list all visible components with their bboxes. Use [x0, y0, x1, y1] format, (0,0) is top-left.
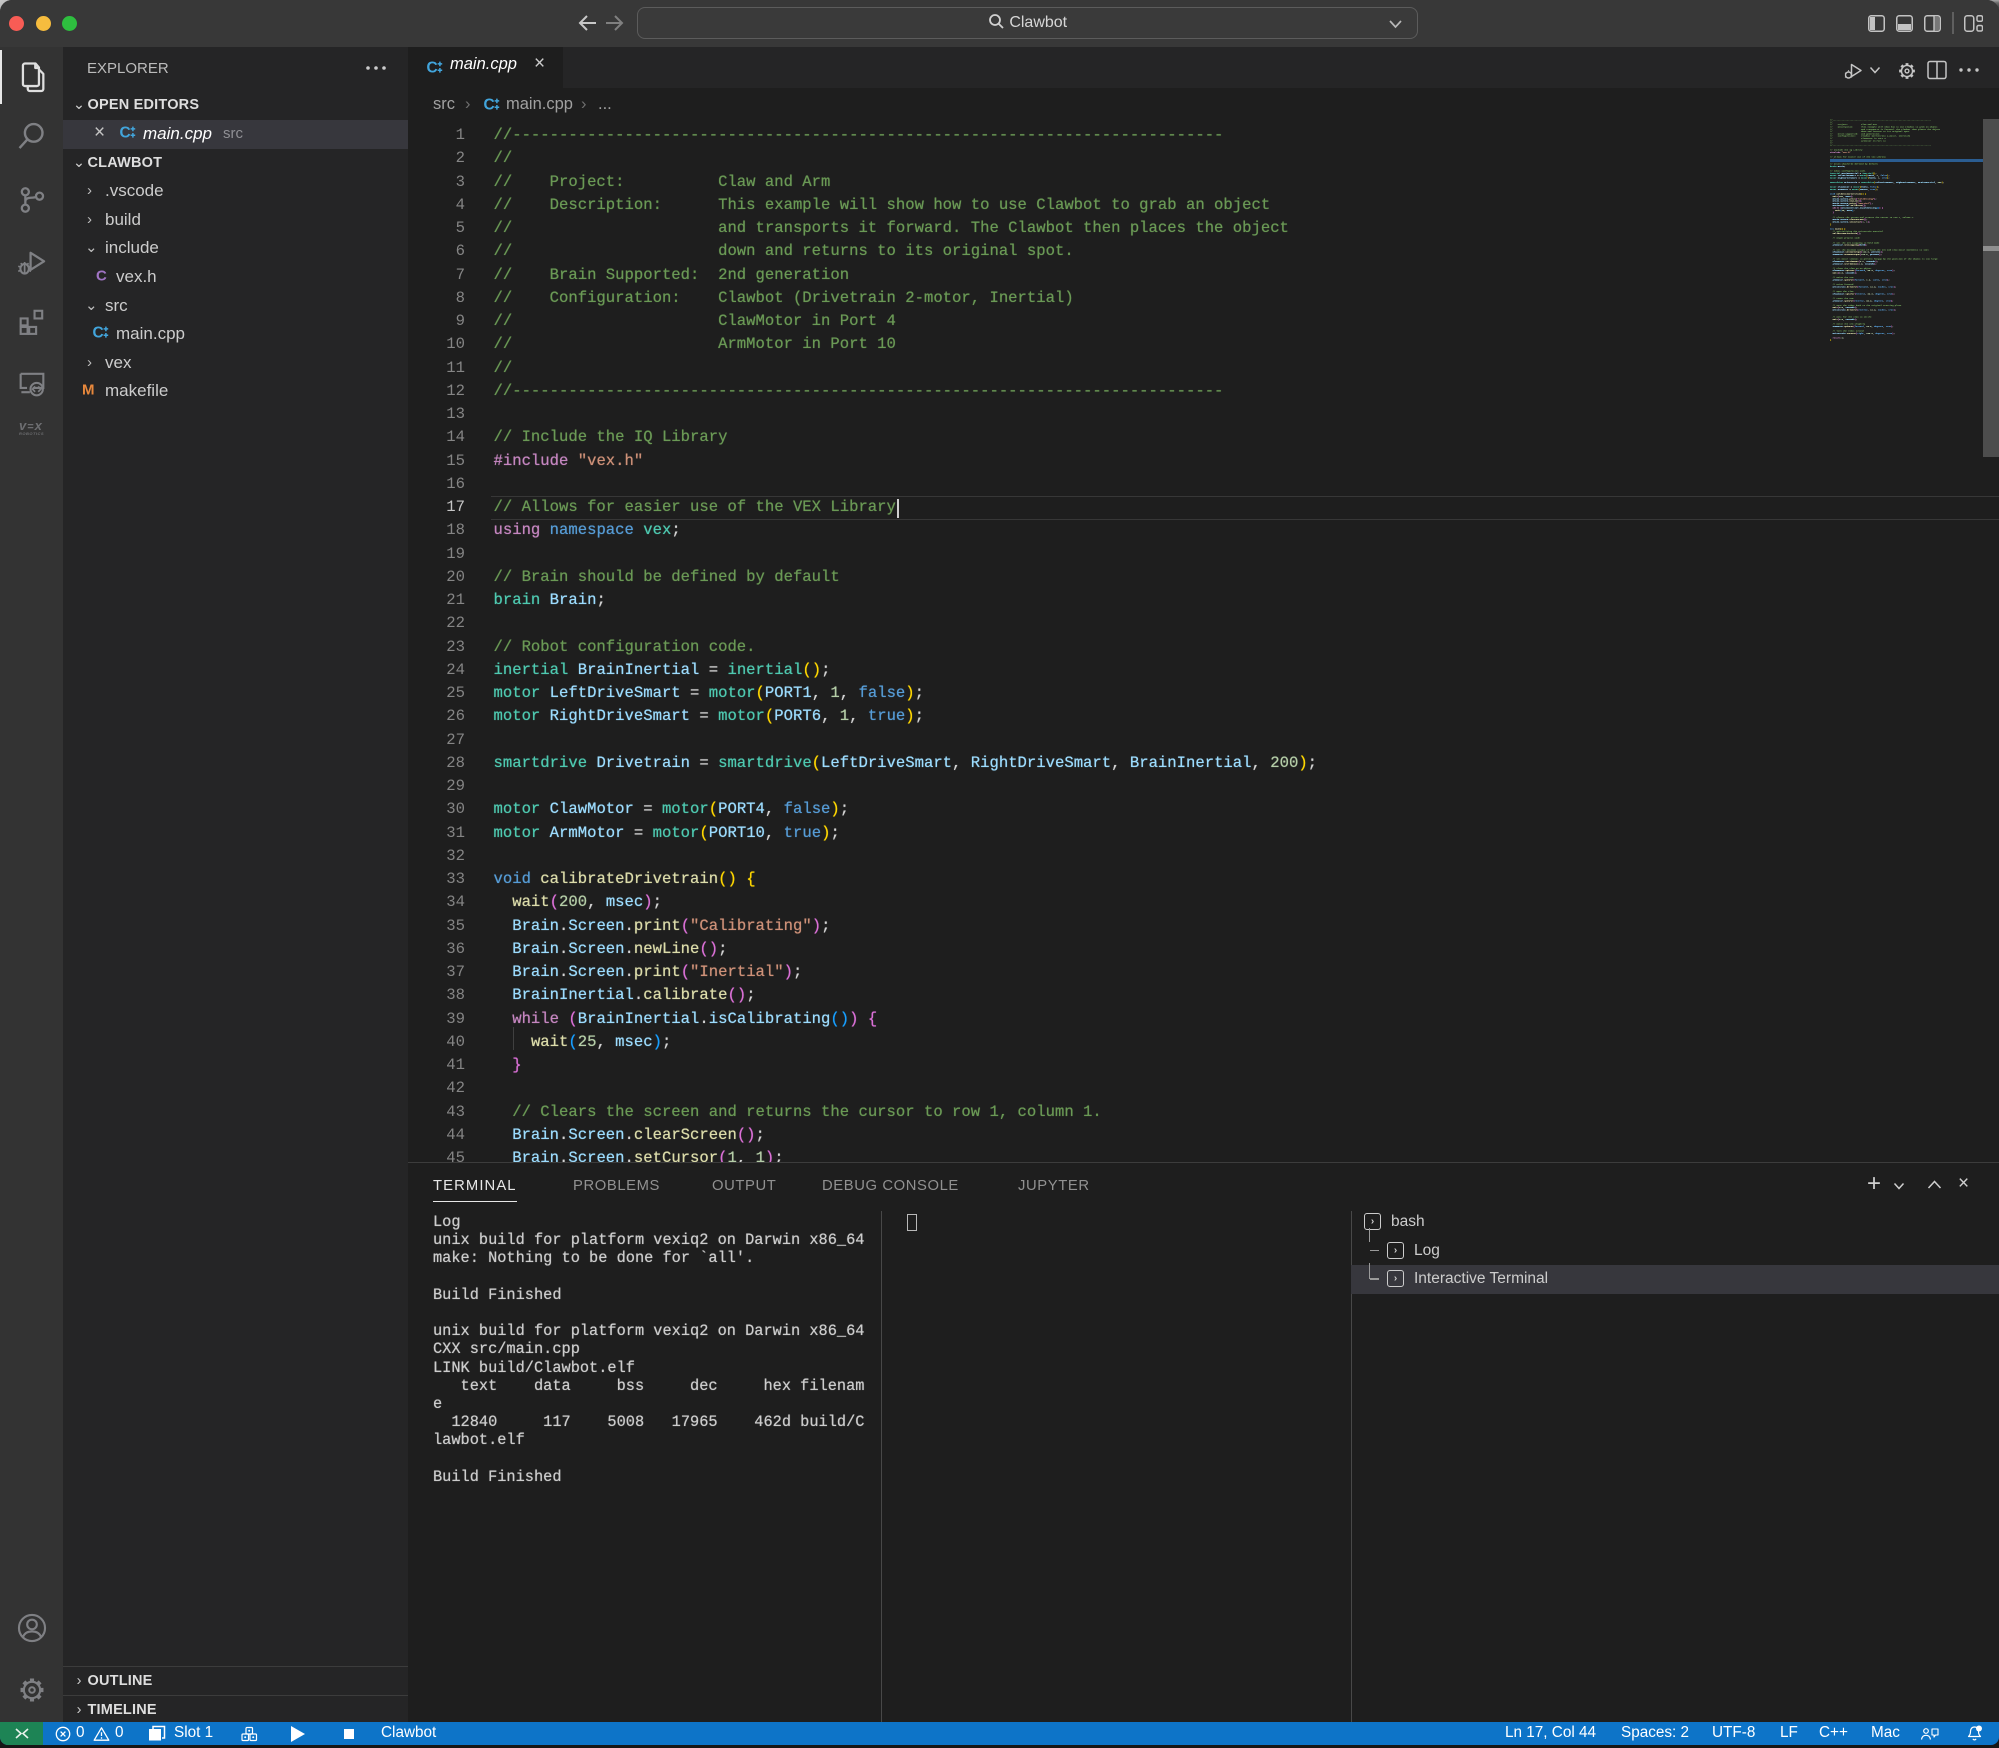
svg-text:C: C [427, 60, 438, 77]
svg-text:C: C [96, 267, 107, 284]
svg-text:C: C [120, 124, 131, 141]
svg-text:C: C [484, 97, 495, 114]
svg-text:C: C [93, 324, 104, 341]
svg-text:M: M [82, 381, 95, 398]
